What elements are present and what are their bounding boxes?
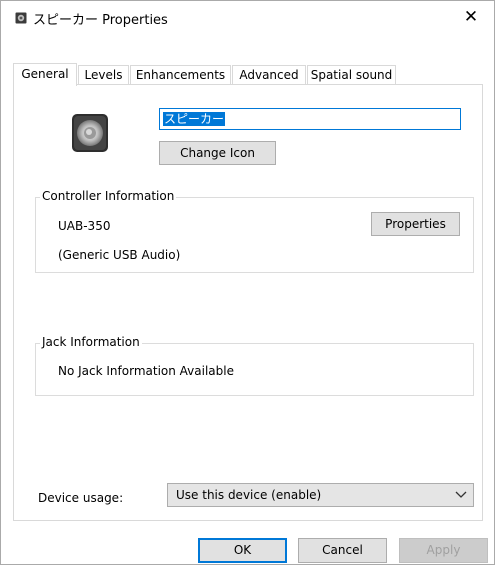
jack-information-group: Jack Information No Jack Information Ava… xyxy=(35,335,474,396)
device-usage-label: Device usage: xyxy=(38,491,124,505)
general-panel: スピーカー Change Icon Controller Information… xyxy=(13,84,483,521)
controller-information-legend: Controller Information xyxy=(40,189,177,203)
apply-button[interactable]: Apply xyxy=(399,538,488,563)
device-name-input[interactable]: スピーカー xyxy=(159,108,461,130)
ok-button[interactable]: OK xyxy=(198,538,287,563)
tab-enhancements-label: Enhancements xyxy=(135,68,226,82)
properties-dialog: スピーカー Properties ✕ General Levels Enhanc… xyxy=(0,0,495,565)
tab-enhancements[interactable]: Enhancements xyxy=(130,65,231,85)
tab-spatial-sound-label: Spatial sound xyxy=(310,68,393,82)
tab-spatial-sound[interactable]: Spatial sound xyxy=(307,65,396,85)
tab-levels[interactable]: Levels xyxy=(78,65,129,85)
chevron-down-icon xyxy=(455,491,467,498)
device-usage-value: Use this device (enable) xyxy=(176,488,322,502)
tab-general[interactable]: General xyxy=(13,63,77,86)
speaker-title-icon xyxy=(15,12,27,24)
speaker-icon xyxy=(72,114,108,152)
tab-levels-label: Levels xyxy=(84,68,123,82)
change-icon-button[interactable]: Change Icon xyxy=(159,141,276,165)
device-usage-select[interactable]: Use this device (enable) xyxy=(167,483,474,507)
tab-advanced[interactable]: Advanced xyxy=(232,65,306,85)
close-button[interactable]: ✕ xyxy=(454,3,488,31)
device-name-value: スピーカー xyxy=(163,112,226,126)
window-title: スピーカー Properties xyxy=(33,13,168,28)
jack-information-legend: Jack Information xyxy=(40,335,142,349)
cancel-button[interactable]: Cancel xyxy=(298,538,387,563)
title-bar[interactable]: スピーカー Properties ✕ xyxy=(1,1,494,33)
close-icon: ✕ xyxy=(463,7,479,27)
controller-properties-button[interactable]: Properties xyxy=(371,212,460,236)
controller-driver: (Generic USB Audio) xyxy=(58,248,181,262)
tab-advanced-label: Advanced xyxy=(239,68,299,82)
jack-information-text: No Jack Information Available xyxy=(58,364,234,378)
controller-information-group: Controller Information UAB-350 (Generic … xyxy=(35,189,474,273)
controller-name: UAB-350 xyxy=(58,219,111,233)
tab-general-label: General xyxy=(21,67,69,81)
